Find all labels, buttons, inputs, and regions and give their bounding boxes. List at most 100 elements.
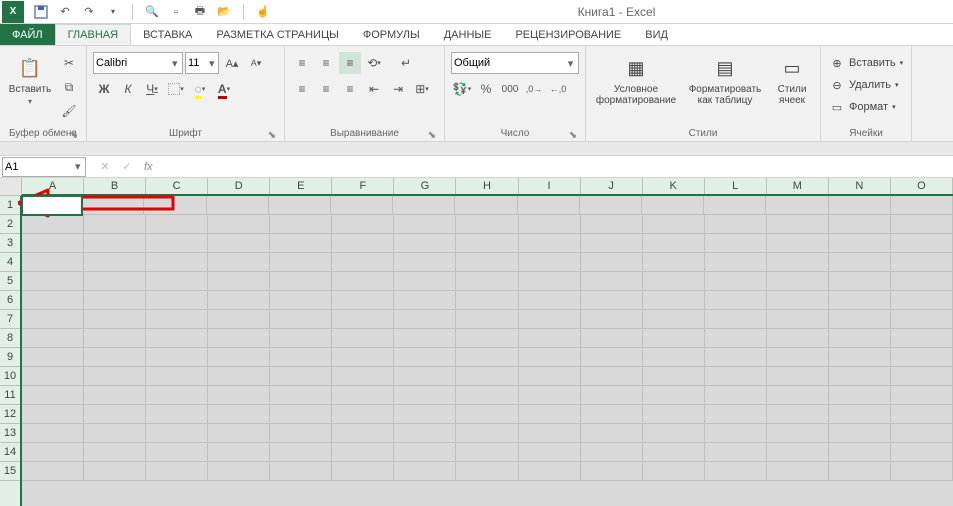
cell[interactable]	[394, 215, 456, 234]
cell[interactable]	[581, 291, 643, 310]
cell[interactable]	[22, 424, 84, 443]
cell[interactable]	[84, 310, 146, 329]
row-header[interactable]: 11	[0, 386, 20, 405]
cell[interactable]	[891, 215, 953, 234]
cell[interactable]	[581, 253, 643, 272]
cell[interactable]	[891, 329, 953, 348]
cell[interactable]	[270, 443, 332, 462]
cell[interactable]	[519, 253, 581, 272]
cell[interactable]	[208, 386, 270, 405]
dialog-launcher-icon[interactable]: ⬊	[426, 129, 438, 141]
cell[interactable]	[519, 329, 581, 348]
cell[interactable]	[829, 215, 891, 234]
column-header[interactable]: L	[705, 178, 767, 194]
column-header[interactable]: F	[332, 178, 394, 194]
paste-button[interactable]: 📋 Вставить ▾	[6, 52, 54, 108]
cell[interactable]	[332, 272, 394, 291]
row-header[interactable]: 3	[0, 234, 20, 253]
row-header[interactable]: 4	[0, 253, 20, 272]
format-painter-icon[interactable]: 🖌	[58, 100, 80, 122]
cell[interactable]	[394, 253, 456, 272]
column-header[interactable]: M	[767, 178, 829, 194]
cell[interactable]	[705, 424, 767, 443]
cell[interactable]	[332, 386, 394, 405]
cell[interactable]	[643, 253, 705, 272]
cell[interactable]	[519, 234, 581, 253]
cell[interactable]	[84, 272, 146, 291]
cell[interactable]	[84, 367, 146, 386]
percent-icon[interactable]: %	[475, 78, 497, 100]
tab-view[interactable]: ВИД	[633, 24, 680, 45]
cell[interactable]	[332, 253, 394, 272]
open-icon[interactable]: 📂	[215, 3, 233, 21]
align-center-icon[interactable]: ≡	[315, 78, 337, 100]
cell[interactable]	[829, 348, 891, 367]
cell[interactable]	[84, 462, 146, 481]
cell[interactable]	[581, 272, 643, 291]
cell[interactable]	[394, 367, 456, 386]
column-header[interactable]: J	[581, 178, 643, 194]
comma-style-icon[interactable]: 000	[499, 78, 521, 100]
cell[interactable]	[643, 367, 705, 386]
cell[interactable]	[829, 367, 891, 386]
cell[interactable]	[581, 234, 643, 253]
increase-font-icon[interactable]: A▴	[221, 52, 243, 74]
cell[interactable]	[767, 367, 829, 386]
cell[interactable]	[705, 291, 767, 310]
cell[interactable]	[705, 272, 767, 291]
cell[interactable]	[146, 234, 208, 253]
font-name-input[interactable]	[96, 57, 170, 69]
cell[interactable]	[394, 234, 456, 253]
cell[interactable]	[22, 253, 84, 272]
cell[interactable]	[394, 443, 456, 462]
tab-home[interactable]: ГЛАВНАЯ	[55, 24, 131, 45]
cell[interactable]	[519, 310, 581, 329]
cell[interactable]	[22, 215, 84, 234]
cell[interactable]	[394, 462, 456, 481]
cell[interactable]	[829, 234, 891, 253]
column-header[interactable]: N	[829, 178, 891, 194]
cell[interactable]	[704, 196, 766, 215]
cell[interactable]	[891, 462, 953, 481]
cell[interactable]	[767, 405, 829, 424]
fx-icon[interactable]: fx	[144, 161, 159, 173]
cell[interactable]	[332, 462, 394, 481]
cell[interactable]	[581, 329, 643, 348]
dropdown-icon[interactable]: ▾	[104, 3, 122, 21]
cell[interactable]	[332, 424, 394, 443]
format-cells-button[interactable]: ▭Формат▾	[827, 96, 898, 118]
cell[interactable]	[705, 234, 767, 253]
cell[interactable]	[643, 443, 705, 462]
cell[interactable]	[456, 386, 518, 405]
cell[interactable]	[394, 329, 456, 348]
cell[interactable]	[829, 310, 891, 329]
cell[interactable]	[394, 272, 456, 291]
cell[interactable]	[22, 291, 84, 310]
cell[interactable]	[581, 386, 643, 405]
cell[interactable]	[581, 424, 643, 443]
column-header[interactable]: G	[394, 178, 456, 194]
cell[interactable]	[456, 348, 518, 367]
align-middle-icon[interactable]: ≡	[315, 52, 337, 74]
number-format-input[interactable]	[454, 57, 565, 69]
cell[interactable]	[394, 386, 456, 405]
cell[interactable]	[146, 462, 208, 481]
bold-button[interactable]: Ж	[93, 78, 115, 100]
align-right-icon[interactable]: ≡	[339, 78, 361, 100]
chevron-down-icon[interactable]: ▾	[208, 57, 216, 70]
column-header[interactable]: C	[146, 178, 208, 194]
cell[interactable]	[767, 234, 829, 253]
cell[interactable]	[270, 386, 332, 405]
row-header[interactable]: 13	[0, 424, 20, 443]
cell[interactable]	[146, 310, 208, 329]
cell[interactable]	[643, 329, 705, 348]
cell[interactable]	[208, 272, 270, 291]
cell[interactable]	[332, 234, 394, 253]
cell[interactable]	[270, 291, 332, 310]
cell[interactable]	[456, 405, 518, 424]
cell[interactable]	[518, 196, 580, 215]
cell[interactable]	[767, 215, 829, 234]
cell[interactable]	[332, 310, 394, 329]
cell[interactable]	[891, 234, 953, 253]
cell[interactable]	[208, 462, 270, 481]
